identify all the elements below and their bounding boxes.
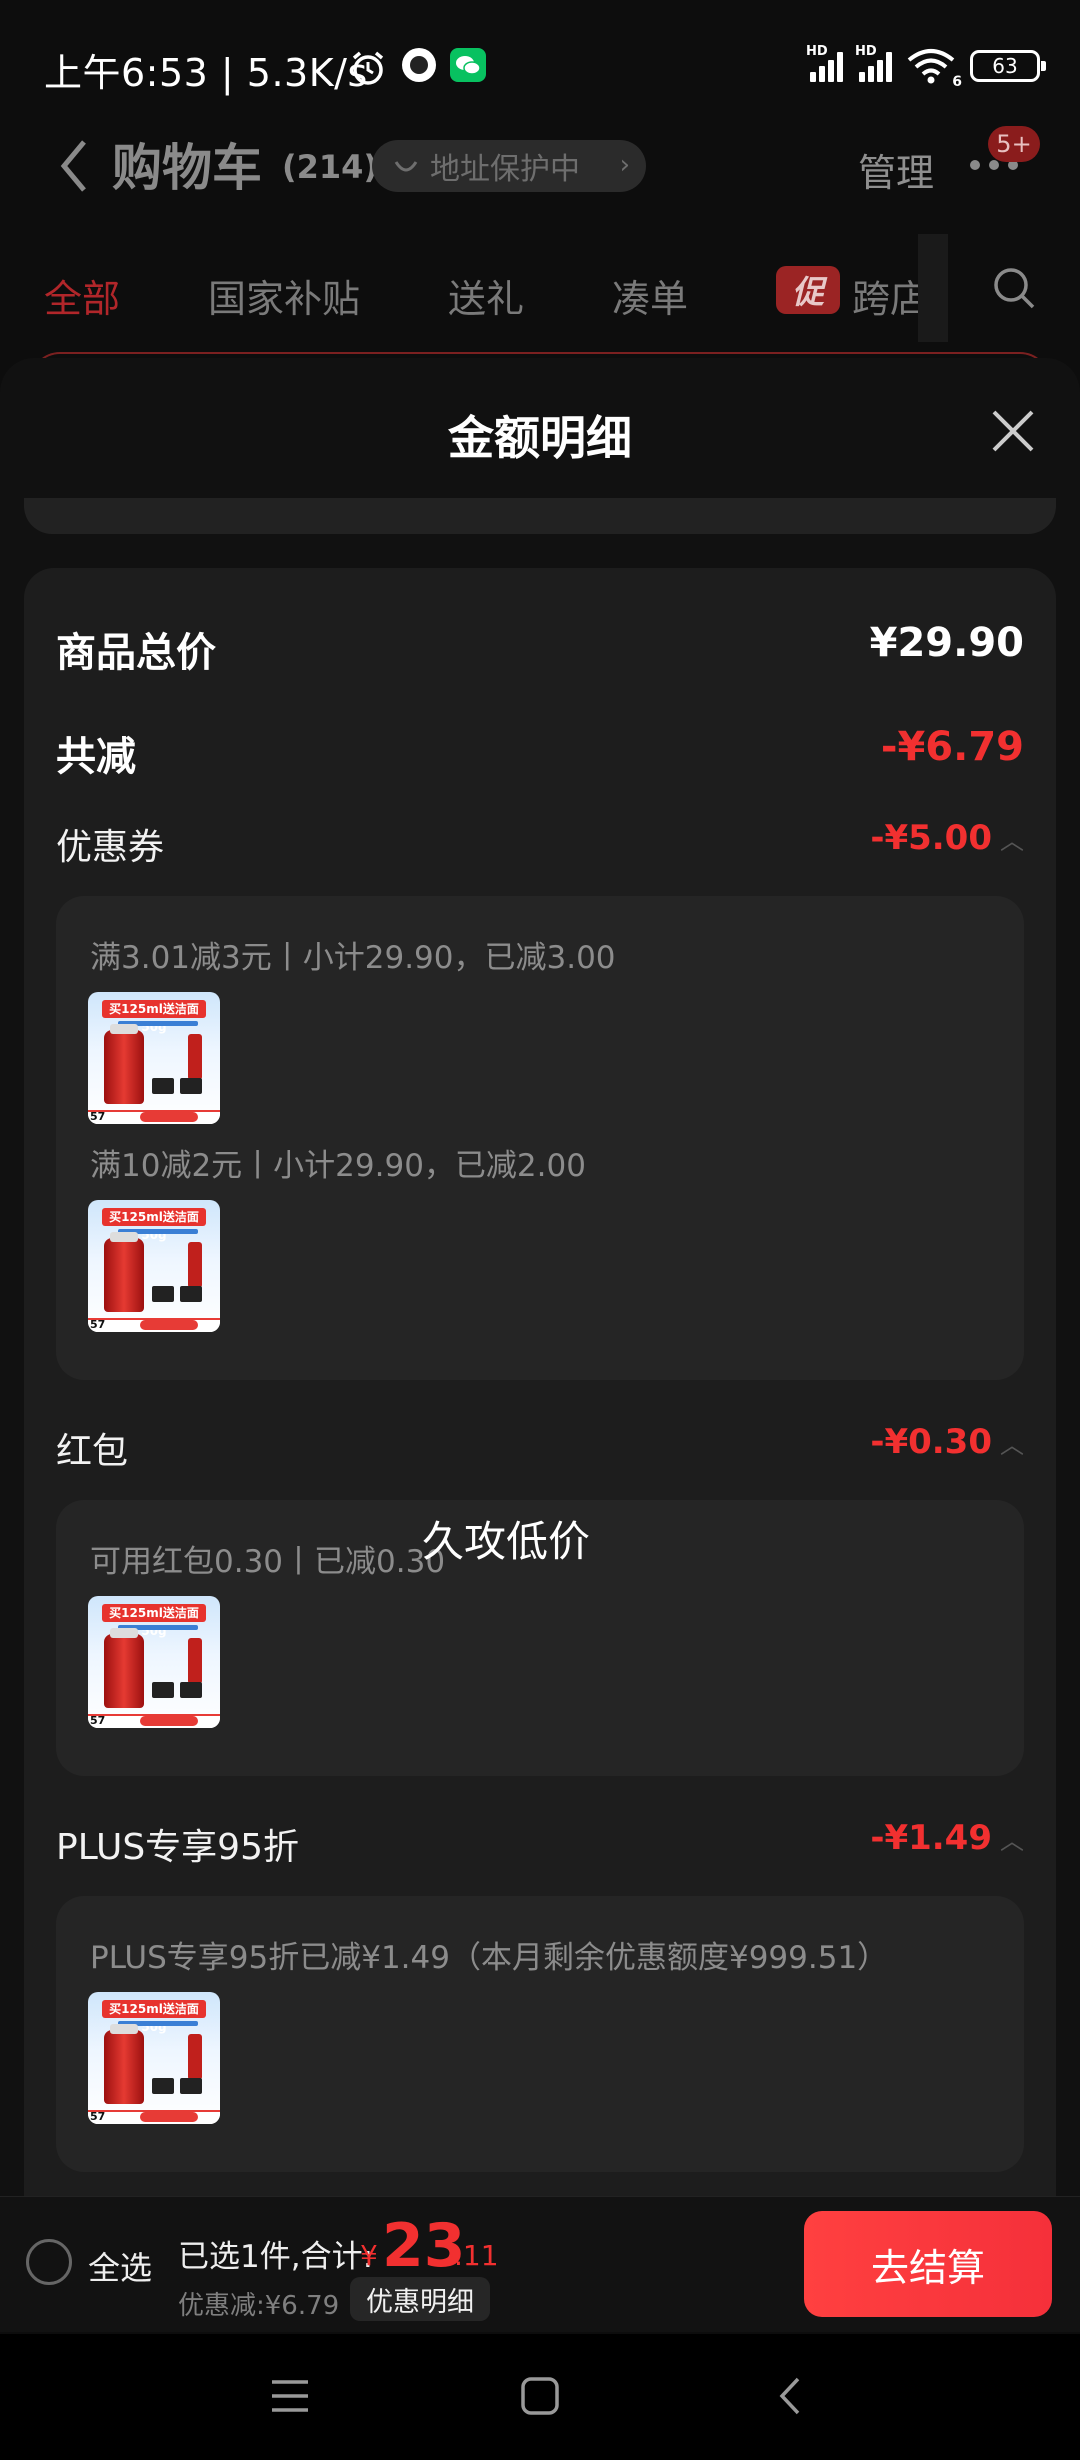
coupon-value: -¥5.00 xyxy=(870,818,992,858)
battery-icon: 63 xyxy=(970,50,1046,82)
manage-button[interactable]: 管理 xyxy=(858,142,934,197)
system-navigation-bar xyxy=(0,2334,1080,2460)
plus-detail-card: PLUS专享95折已减¥1.49（本月剩余优惠额度¥999.51） 买125ml… xyxy=(56,1896,1024,2172)
total-reduce-label: 共减 xyxy=(56,734,136,780)
coupon-line-1: 满3.01减3元丨小计29.90，已减3.00 xyxy=(90,940,616,976)
total-value: ¥29.90 xyxy=(869,620,1024,666)
discount-summary: 优惠减:¥6.79 xyxy=(178,2291,340,2321)
price-integer: 23 xyxy=(382,2211,466,2281)
total-label: 商品总价 xyxy=(56,630,216,676)
chevron-up-icon: ︿ xyxy=(1000,1430,1024,1459)
tab-gift[interactable]: 送礼 xyxy=(448,268,524,323)
address-protection-pill[interactable]: 地址保护中 › xyxy=(372,140,646,192)
product-thumbnail[interactable]: 买125ml送洁面50g 57 xyxy=(88,1596,220,1728)
tab-national-subsidy[interactable]: 国家补贴 xyxy=(208,268,360,323)
menu-icon[interactable] xyxy=(270,2376,310,2420)
previous-card xyxy=(24,498,1056,534)
select-all-checkbox[interactable] xyxy=(26,2239,72,2285)
watermark-text: 久攻低价 xyxy=(422,1517,591,1566)
redpacket-line-1: 可用红包0.30丨已减0.30 xyxy=(90,1544,446,1580)
signal-icon-1: HD xyxy=(806,44,843,82)
wechat-icon xyxy=(450,48,486,82)
back-icon[interactable] xyxy=(58,138,88,198)
select-all-label[interactable]: 全选 xyxy=(88,2243,152,2289)
discount-detail-button[interactable]: 优惠明细 xyxy=(350,2277,490,2321)
cart-count: (214) xyxy=(282,148,379,186)
smile-icon xyxy=(392,152,420,188)
price-detail-sheet: 金额明细 商品总价 ¥29.90 共减 -¥6.79 优惠券 -¥5.00 ︿ … xyxy=(0,358,1080,2202)
home-icon[interactable] xyxy=(520,2376,560,2420)
product-thumbnail[interactable]: 买125ml送洁面50g 57 xyxy=(88,1992,220,2124)
selected-summary: 已选1件,合计: xyxy=(178,2239,374,2275)
price-decimal: .11 xyxy=(454,2239,499,2272)
price-breakdown-card: 商品总价 ¥29.90 共减 -¥6.79 优惠券 -¥5.00 ︿ 满3.01… xyxy=(24,568,1056,2202)
plus-toggle[interactable]: -¥1.49 ︿ xyxy=(870,1818,1024,1858)
checkout-button[interactable]: 去结算 xyxy=(804,2211,1052,2317)
app-notification-icon xyxy=(402,48,436,82)
total-reduce-value: -¥6.79 xyxy=(880,724,1024,770)
chevron-up-icon: ︿ xyxy=(1000,1826,1024,1855)
promo-chip: 促 xyxy=(776,266,840,314)
plus-label: PLUS专享95折 xyxy=(56,1827,299,1868)
page-title: 购物车 xyxy=(112,139,262,197)
redpacket-toggle[interactable]: -¥0.30 ︿ xyxy=(870,1422,1024,1462)
product-thumbnail[interactable]: 买125ml送洁面50g 57 xyxy=(88,1200,220,1332)
tab-bundle[interactable]: 凑单 xyxy=(612,268,688,323)
status-bar: 上午6:53 | 5.3K/s HD HD 6 63 xyxy=(0,0,1080,135)
coupon-line-2: 满10减2元丨小计29.90，已减2.00 xyxy=(90,1148,586,1184)
alarm-icon xyxy=(348,48,388,92)
coupon-detail-card: 满3.01减3元丨小计29.90，已减3.00 买125ml送洁面50g 57 满… xyxy=(56,896,1024,1380)
coupon-toggle[interactable]: -¥5.00 ︿ xyxy=(870,818,1024,858)
tab-cross-store[interactable]: 跨店满 xyxy=(852,268,918,323)
plus-value: -¥1.49 xyxy=(870,1818,992,1858)
coupon-label: 优惠券 xyxy=(56,827,165,868)
price-currency: ¥ xyxy=(360,2239,378,2272)
close-icon[interactable] xyxy=(988,406,1038,460)
chevron-up-icon: ︿ xyxy=(1000,826,1024,855)
product-thumbnail[interactable]: 买125ml送洁面50g 57 xyxy=(88,992,220,1124)
plus-line-1: PLUS专享95折已减¥1.49（本月剩余优惠额度¥999.51） xyxy=(90,1940,889,1976)
signal-icon-2: HD xyxy=(855,44,892,82)
chevron-right-icon: › xyxy=(619,150,630,180)
sheet-title: 金额明细 xyxy=(448,411,632,465)
tab-fade xyxy=(918,234,948,342)
back-nav-icon[interactable] xyxy=(776,2376,806,2420)
status-time: 上午6:53 | 5.3K/s xyxy=(44,51,368,95)
message-badge: 5+ xyxy=(988,126,1040,162)
redpacket-value: -¥0.30 xyxy=(870,1422,992,1462)
tab-all[interactable]: 全部 xyxy=(44,268,120,323)
checkout-bar: 全选 已选1件,合计: ¥ 23 .11 优惠减:¥6.79 优惠明细 去结算 xyxy=(0,2196,1080,2332)
wifi-icon: 6 xyxy=(906,48,962,90)
redpacket-label: 红包 xyxy=(56,1431,129,1472)
search-icon[interactable] xyxy=(992,266,1036,314)
address-pill-label: 地址保护中 xyxy=(430,152,580,187)
